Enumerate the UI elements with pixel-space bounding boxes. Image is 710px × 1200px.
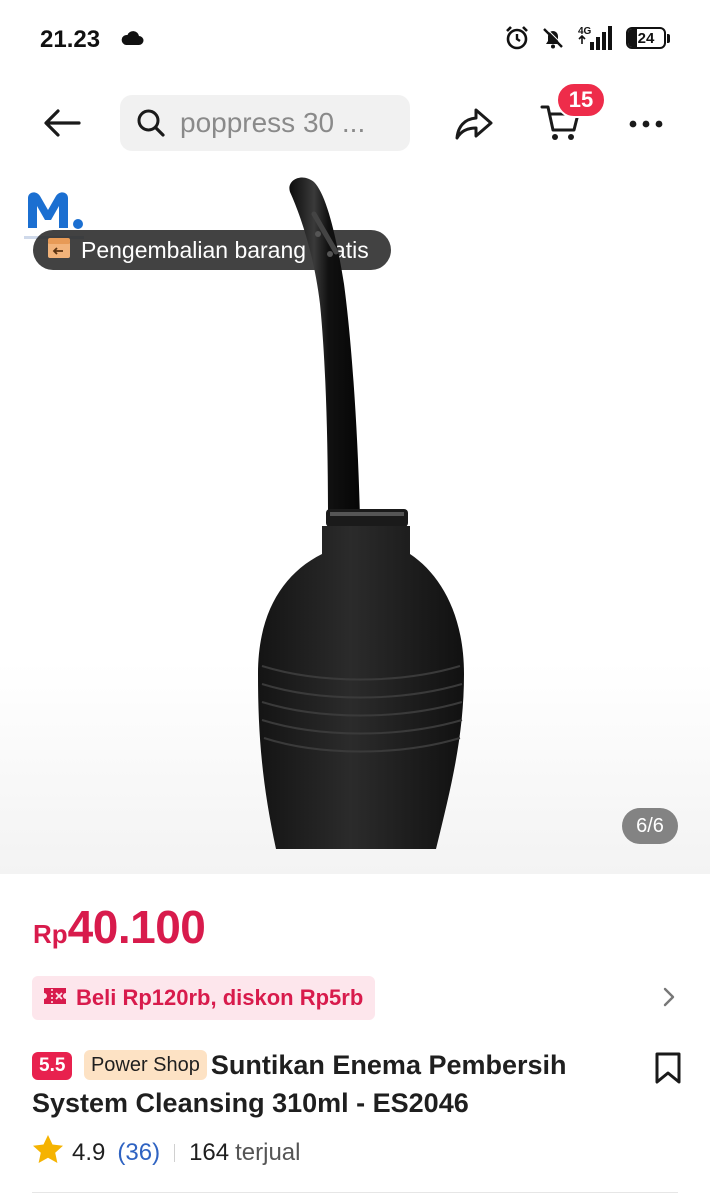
cart-count-badge: 15 [556, 82, 606, 118]
return-box-icon [47, 237, 71, 264]
product-photo [258, 177, 464, 849]
status-bar: 21.23 4G 24 [0, 0, 710, 80]
voucher-ticket-icon [42, 986, 68, 1011]
sold-label: terjual [235, 1138, 301, 1166]
product-title: 5.5 Power Shop Suntikan Enema Pembersih S… [32, 1046, 642, 1122]
status-time: 21.23 [40, 26, 101, 53]
voucher-label: Beli Rp120rb, diskon Rp5rb [76, 985, 364, 1010]
voucher-row[interactable]: Beli Rp120rb, diskon Rp5rb [0, 972, 710, 1024]
battery-level: 24 [637, 29, 655, 47]
search-placeholder: poppress 30 ... [180, 107, 366, 138]
divider [32, 1192, 678, 1193]
rating-value: 4.9 [72, 1138, 106, 1166]
bookmark-icon [655, 1052, 681, 1084]
signal-icon: 4G [576, 24, 616, 52]
chevron-right-icon[interactable] [662, 986, 676, 1013]
cloud-icon [120, 30, 144, 51]
campaign-badge: 5.5 [32, 1052, 73, 1080]
status-icons: 4G 24 [504, 24, 670, 52]
back-button[interactable] [36, 100, 88, 146]
more-options-button[interactable] [622, 102, 670, 146]
search-input[interactable]: poppress 30 ... [120, 95, 410, 151]
battery-icon: 24 [626, 27, 670, 49]
image-counter: 6/6 [622, 808, 678, 844]
more-icon [629, 120, 663, 128]
price-value: 40.100 [67, 901, 206, 953]
price-currency: Rp [33, 919, 68, 949]
share-icon [455, 108, 493, 140]
voucher-chip[interactable]: Beli Rp120rb, diskon Rp5rb [32, 976, 376, 1020]
divider [174, 1143, 176, 1162]
rating-row[interactable]: 4.9 (36) 164 terjual [32, 1134, 300, 1171]
alarm-icon [504, 25, 530, 51]
rating-count[interactable]: (36) [117, 1139, 160, 1167]
wishlist-button[interactable] [650, 1048, 686, 1088]
power-shop-badge: Power Shop [83, 1050, 207, 1080]
network-type: 4G [578, 26, 592, 37]
product-image-gallery[interactable]: Pengembalian barang gratis 6/6 [0, 166, 710, 874]
star-icon [32, 1134, 64, 1171]
bell-off-icon [540, 25, 566, 51]
share-button[interactable] [450, 102, 498, 146]
back-arrow-icon [44, 109, 81, 137]
product-price: Rp 40.100 [33, 900, 206, 954]
sold-count: 164 [189, 1138, 230, 1166]
search-icon [137, 109, 165, 137]
